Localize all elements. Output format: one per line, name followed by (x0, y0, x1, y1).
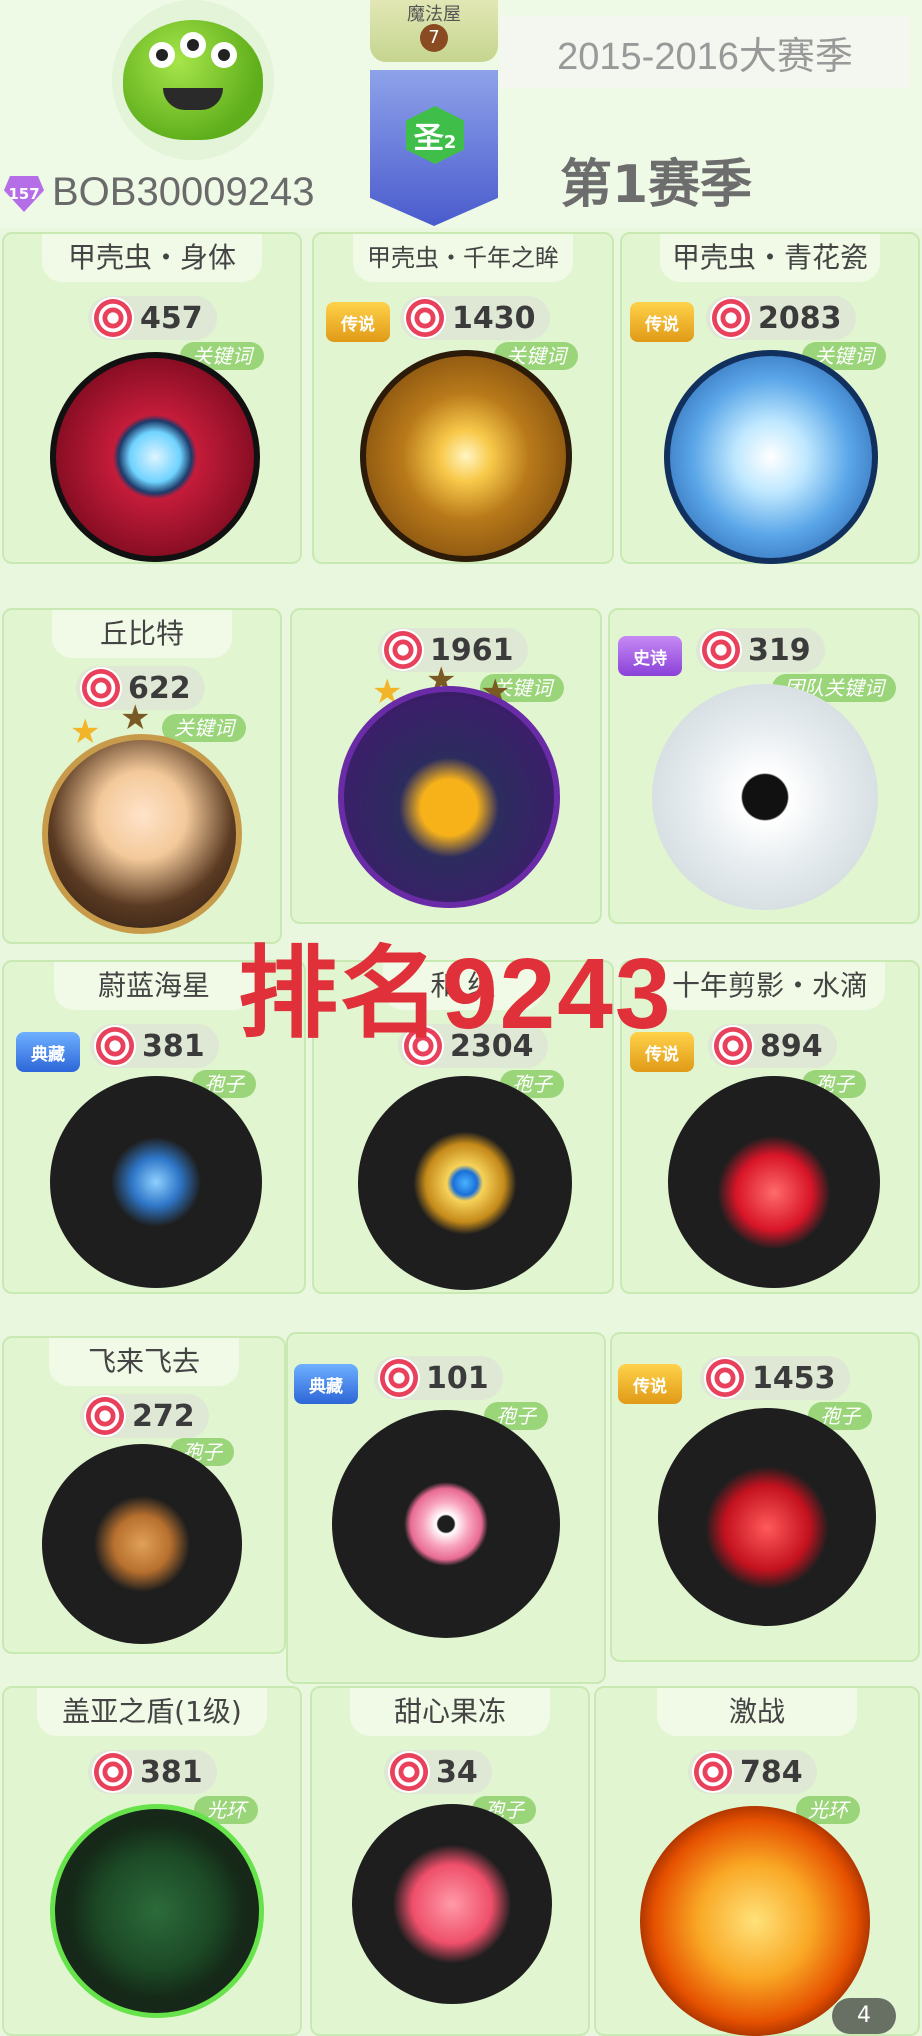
skin-card[interactable]: 史诗 319 团队关键词 (608, 608, 920, 924)
card-title: 甲壳虫・青花瓷 (660, 234, 880, 282)
magic-house-level: 7 (420, 24, 448, 52)
skin-card[interactable]: 飞来飞去 272 孢子 (2, 1336, 286, 1654)
red-water-drop-skin-icon (668, 1076, 880, 1288)
white-dragon-skin-icon (652, 684, 878, 910)
skin-card[interactable]: 甲壳虫・身体 457 关键词 (2, 232, 302, 564)
candy-icon (96, 1027, 134, 1065)
candy-icon (390, 1753, 428, 1791)
profile-header: 157 BOB30009243 魔法屋 7 圣2 2015-2016大赛季 第1… (0, 0, 922, 228)
card-title: 甜心果冻 (350, 1688, 550, 1736)
candy-count: 894 (708, 1024, 837, 1068)
card-title: 甲壳虫・千年之眸 (353, 234, 573, 282)
skin-card[interactable]: 甲壳虫・青花瓷 传说 2083 关键词 (620, 232, 920, 564)
star-icon: ★ (120, 698, 151, 738)
player-level-badge: 157 (4, 176, 44, 212)
epic-badge-icon: 史诗 (618, 636, 682, 676)
candy-count: 381 (90, 1024, 219, 1068)
rank-watermark: 排名9243 (238, 938, 673, 1050)
skin-card[interactable]: 丘比特 622 关键词 ★ ★ (2, 608, 282, 944)
card-title: 蔚蓝海星 (54, 962, 254, 1010)
rank-emblem: 圣2 (406, 106, 464, 164)
pink-donut-skin-icon (332, 1410, 560, 1638)
candy-count: 784 (688, 1750, 817, 1794)
classic-badge-icon: 典藏 (294, 1364, 358, 1404)
monster-avatar-icon (123, 20, 263, 140)
ninja-duck-skin-icon (338, 686, 560, 908)
corner-count-badge: 4 (832, 1998, 896, 2034)
candy-icon (380, 1359, 418, 1397)
card-title: 丘比特 (52, 610, 232, 658)
magic-house-label: 魔法屋 (407, 4, 461, 25)
skin-card[interactable]: 传说 1453 孢子 (610, 1332, 920, 1662)
season-years-tab[interactable]: 2015-2016大赛季 (500, 16, 910, 88)
candy-count: 34 (384, 1750, 492, 1794)
legend-badge-icon: 传说 (326, 302, 390, 342)
skin-card[interactable]: 甜心果冻 34 孢子 (310, 1686, 590, 2036)
skin-card[interactable]: 1961 关键词 ★ ★ ★ (290, 608, 602, 924)
legend-badge-icon: 传说 (630, 302, 694, 342)
cupid-skin-icon (42, 734, 242, 934)
candy-count: 1430 (400, 296, 550, 340)
iron-core-skin-icon (50, 352, 260, 562)
candy-count: 381 (88, 1750, 217, 1794)
candy-count: 2083 (706, 296, 856, 340)
card-title: 甲壳虫・身体 (42, 234, 262, 282)
golden-eye-skin-icon (360, 350, 572, 562)
player-id: BOB30009243 (52, 170, 315, 214)
magic-house-badge[interactable]: 魔法屋 7 (370, 0, 498, 62)
candy-icon (706, 1359, 744, 1397)
classic-badge-icon: 典藏 (16, 1032, 80, 1072)
candy-icon (86, 1397, 124, 1435)
legend-badge-icon: 传说 (618, 1364, 682, 1404)
rank-level: 2 (443, 131, 457, 153)
card-title: 激战 (657, 1688, 857, 1736)
blue-starfish-skin-icon (50, 1076, 262, 1288)
skin-card[interactable]: 甲壳虫・千年之眸 传说 1430 关键词 (312, 232, 614, 564)
candy-icon (714, 1027, 752, 1065)
skin-card[interactable]: 典藏 101 孢子 (286, 1332, 606, 1684)
rank-shield-icon[interactable]: 圣2 (370, 70, 498, 226)
candy-icon (384, 631, 422, 669)
sweet-jelly-skin-icon (352, 1804, 552, 2004)
red-mountain-drop-skin-icon (658, 1408, 876, 1626)
skin-card[interactable]: 激战 784 光环 4 (594, 1686, 920, 2036)
skin-card[interactable]: 盖亚之盾(1级) 381 光环 (2, 1686, 302, 2036)
candy-icon (702, 631, 740, 669)
candy-count: 1453 (700, 1356, 850, 1400)
gold-star-compass-skin-icon (358, 1076, 572, 1290)
candy-count: 272 (80, 1394, 209, 1438)
candy-icon (94, 299, 132, 337)
fierce-battle-sun-skin-icon (640, 1806, 870, 2036)
skin-type-tag: 关键词 (162, 714, 246, 742)
gaia-shield-skin-icon (50, 1804, 264, 2018)
candy-icon (406, 299, 444, 337)
candy-count: 101 (374, 1356, 503, 1400)
boomerang-skin-icon (42, 1444, 242, 1644)
rank-label: 圣 (413, 121, 444, 156)
card-title: 盖亚之盾(1级) (37, 1688, 267, 1736)
season-name: 第1赛季 (560, 155, 753, 215)
candy-icon (82, 669, 120, 707)
candy-count: 319 (696, 628, 825, 672)
candy-icon (94, 1753, 132, 1791)
candy-count: 457 (88, 296, 217, 340)
avatar[interactable] (112, 0, 274, 160)
candy-icon (712, 299, 750, 337)
card-title: 十年剪影・水滴 (655, 962, 885, 1010)
card-title: 飞来飞去 (49, 1338, 239, 1386)
blue-porcelain-skin-icon (664, 350, 878, 564)
candy-icon (694, 1753, 732, 1791)
